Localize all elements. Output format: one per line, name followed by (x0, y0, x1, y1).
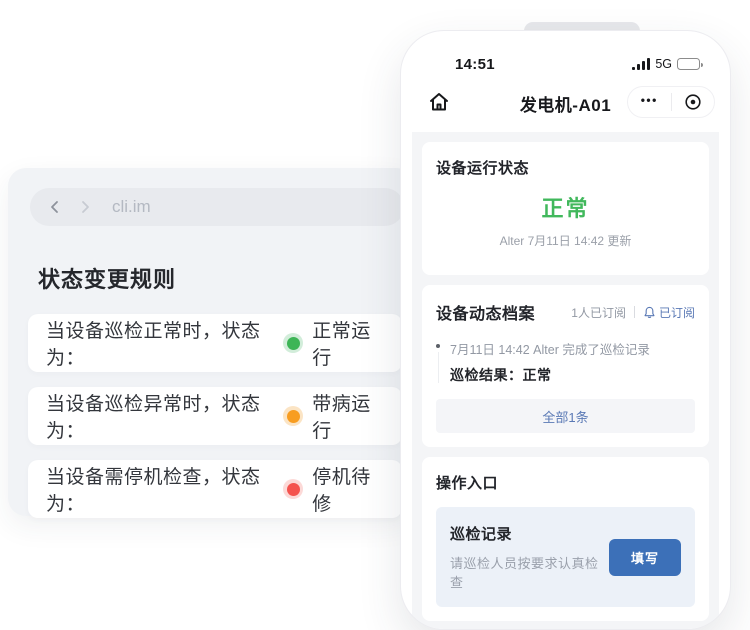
rule-condition: 当设备巡检正常时，状态为： (46, 316, 279, 370)
rule-status-label: 停机待修 (312, 462, 384, 516)
subscribed-label: 已订阅 (659, 304, 695, 321)
inspection-record-panel: 巡检记录 请巡检人员按要求认真检查 填写 (436, 507, 695, 607)
timeline-bullet (436, 344, 440, 348)
phone-status-bar: 14:51 5G (401, 54, 730, 74)
battery-icon (677, 58, 700, 70)
running-status-updated: Alter 7月11日 14:42 更新 (436, 232, 695, 249)
status-dot-green (283, 333, 303, 353)
browser-mock-panel: cli.im 状态变更规则 当设备巡检正常时，状态为： 正常运行 当设备巡检异常… (8, 168, 414, 516)
actions-card: 操作入口 巡检记录 请巡检人员按要求认真检查 填写 (422, 457, 709, 621)
rule-status-label: 带病运行 (312, 389, 384, 443)
signal-icon (632, 58, 650, 70)
rule-row-abnormal: 当设备巡检异常时，状态为： 带病运行 (28, 387, 402, 445)
rule-condition: 当设备需停机检查，状态为： (46, 462, 279, 516)
timeline-meta: 7月11日 14:42 Alter 完成了巡检记录 (450, 339, 695, 358)
subscriber-count: 1人已订阅 (571, 304, 626, 321)
browser-address-bar[interactable]: cli.im (30, 188, 404, 226)
archive-card: 设备动态档案 1人已订阅 已订阅 (422, 285, 709, 447)
subscribed-button[interactable]: 已订阅 (643, 304, 695, 321)
rules-heading: 状态变更规则 (38, 262, 414, 294)
archive-title: 设备动态档案 (436, 300, 535, 324)
subscriber-divider (634, 306, 635, 318)
rule-condition: 当设备巡检异常时，状态为： (46, 389, 279, 443)
clock-text: 14:51 (455, 56, 495, 73)
running-status-card: 设备运行状态 正常 Alter 7月11日 14:42 更新 (422, 142, 709, 275)
rule-row-normal: 当设备巡检正常时，状态为： 正常运行 (28, 314, 402, 372)
network-type: 5G (655, 57, 672, 71)
more-menu-button[interactable]: ••• (628, 87, 671, 117)
miniprogram-capsule: ••• (627, 86, 715, 118)
inspection-record-desc: 请巡检人员按要求认真检查 (450, 553, 609, 591)
close-minimize-button[interactable] (672, 87, 715, 117)
phone-mockup: 14:51 5G 发电机-A01 ••• (400, 30, 731, 630)
status-dot-red (283, 479, 303, 499)
actions-title: 操作入口 (436, 472, 695, 493)
back-icon[interactable] (48, 200, 62, 214)
fill-button[interactable]: 填写 (609, 539, 681, 576)
phone-nav-bar: 发电机-A01 ••• (401, 80, 730, 124)
running-status-value: 正常 (436, 191, 695, 223)
target-circle-icon (684, 93, 702, 111)
forward-icon[interactable] (78, 200, 92, 214)
phone-screen: 设备运行状态 正常 Alter 7月11日 14:42 更新 设备动态档案 1人… (412, 132, 719, 630)
rule-status-label: 正常运行 (312, 316, 384, 370)
rule-row-stopped: 当设备需停机检查，状态为： 停机待修 (28, 460, 402, 518)
bell-icon (643, 306, 656, 319)
timeline-result: 巡检结果：正常 (450, 365, 695, 385)
more-dots-icon: ••• (641, 94, 658, 110)
running-status-title: 设备运行状态 (436, 157, 695, 178)
timeline-line (438, 352, 439, 383)
timeline-entry: 7月11日 14:42 Alter 完成了巡检记录 巡检结果：正常 (436, 339, 695, 385)
status-dot-orange (283, 406, 303, 426)
rules-list: 当设备巡检正常时，状态为： 正常运行 当设备巡检异常时，状态为： 带病运行 当设… (28, 314, 414, 518)
inspection-record-title: 巡检记录 (450, 523, 609, 544)
view-all-button[interactable]: 全部1条 (436, 399, 695, 433)
url-text: cli.im (112, 197, 151, 217)
